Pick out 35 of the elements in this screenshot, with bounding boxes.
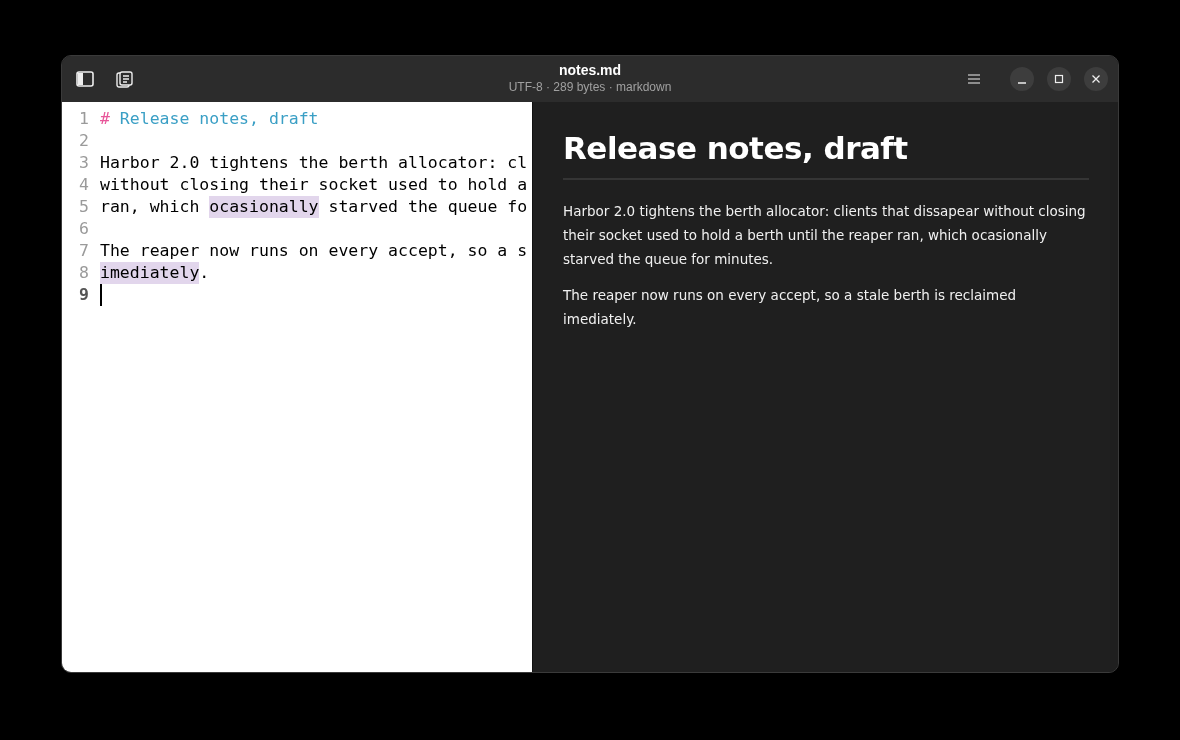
text-cursor	[100, 284, 102, 306]
heading-mark: #	[100, 108, 110, 130]
window-subtitle: UTF-8 · 289 bytes · markdown	[508, 79, 672, 95]
sidebar-toggle-icon[interactable]	[75, 69, 95, 89]
preview-paragraph: The reaper now runs on every accept, so a stale berth is reclaimed imediately.	[563, 286, 1017, 329]
line-number: 6	[78, 218, 89, 240]
maximize-button[interactable]	[1047, 67, 1071, 91]
code-text: ran, which	[100, 196, 201, 218]
close-icon	[1091, 74, 1101, 84]
heading-text: Release notes, draft	[118, 108, 319, 130]
line-number: 5	[78, 196, 89, 218]
minimize-icon	[1018, 81, 1026, 84]
code-text: The reaper now runs on every accept, so a s	[100, 240, 528, 262]
menu-icon[interactable]	[966, 71, 982, 87]
window-title: notes.md	[558, 61, 622, 79]
line-number: 8	[78, 262, 89, 284]
line-number: 3	[78, 152, 89, 174]
line-number: 2	[78, 130, 89, 152]
minimize-button[interactable]	[1010, 67, 1034, 91]
line-number: 7	[78, 240, 89, 262]
code-text: starved the queue fo	[327, 196, 528, 218]
line-number: 1	[78, 108, 89, 130]
line-number: 9	[78, 284, 89, 306]
line-number: 4	[78, 174, 89, 196]
misspelled-word: imediately	[100, 262, 200, 284]
maximize-icon	[1054, 74, 1064, 84]
documents-icon[interactable]	[114, 69, 134, 89]
preview-paragraph: Harbor 2.0 tightens the berth allocator: clients that dissapear without closing their socket used to hold a berth until the reaper ran, which ocasionally starved the queue for minutes.	[563, 202, 1087, 269]
preview-heading: Release notes, draft	[563, 128, 1089, 180]
code-text: Harbor 2.0 tightens the berth allocator: cl	[100, 152, 528, 174]
editor-pane[interactable]	[62, 102, 532, 672]
close-button[interactable]	[1084, 67, 1108, 91]
code-text: .	[199, 262, 210, 284]
code-text: without closing their socket used to hold a	[100, 174, 528, 196]
misspelled-word: ocasionally	[209, 196, 319, 218]
